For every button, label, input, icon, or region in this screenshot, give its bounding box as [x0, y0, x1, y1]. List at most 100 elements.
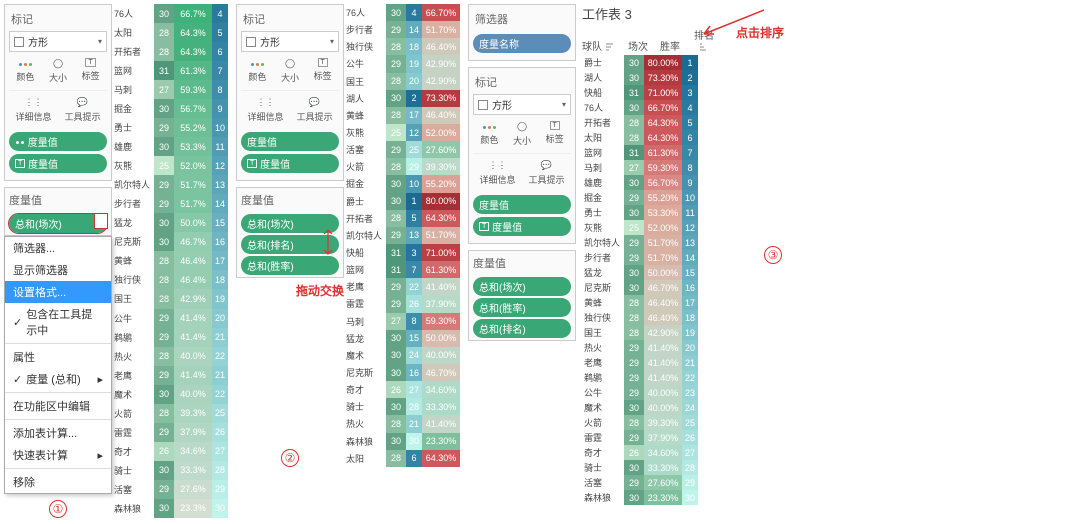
- pill-sum-win[interactable]: 总和(胜率): [241, 256, 339, 275]
- cell: 41.40%: [422, 415, 460, 432]
- ctx-set-format[interactable]: 设置格式...: [5, 281, 111, 303]
- cell: 活塞: [344, 141, 386, 158]
- table-row: 独行侠2846.4%18: [112, 270, 228, 289]
- cell: 19: [682, 325, 698, 340]
- cell: 27: [406, 381, 422, 398]
- label-pill-measure[interactable]: T 度量值: [241, 154, 339, 173]
- table-row: 公牛2940.00%23: [582, 385, 698, 400]
- cell: 29: [624, 475, 644, 490]
- cell: 13: [406, 227, 422, 244]
- label-pill-measure[interactable]: T 度量值: [473, 217, 571, 236]
- cell: 41.4%: [174, 366, 212, 385]
- cell: 8: [682, 160, 698, 175]
- color-pill-measure[interactable]: 度量值: [9, 132, 107, 151]
- square-icon: [478, 100, 488, 110]
- cell: 41.4%: [174, 309, 212, 328]
- cell: 雷霆: [344, 295, 386, 312]
- cell: 热火: [112, 347, 154, 366]
- table-row: 开拓者2864.30%5: [582, 115, 698, 130]
- table-row: 魔术3040.0%22: [112, 385, 228, 404]
- label-encoding[interactable]: T标签: [546, 121, 564, 147]
- filter-pill-measure-name[interactable]: 度量名称: [473, 34, 571, 53]
- cell: 篮网: [582, 145, 624, 160]
- cell: 30: [386, 4, 406, 21]
- ctx-filters[interactable]: 筛选器...: [5, 237, 111, 259]
- cell: 30: [154, 4, 174, 23]
- cell: 51.70%: [422, 227, 460, 244]
- color-pill-measure[interactable]: 度量值: [473, 195, 571, 214]
- ctx-edit-shelf[interactable]: 在功能区中编辑: [5, 395, 111, 417]
- detail-encoding[interactable]: ⋮⋮详细信息: [15, 97, 51, 123]
- table-row: 雄鹿3053.3%11: [112, 137, 228, 156]
- cell: 12: [682, 220, 698, 235]
- cell: 快船: [582, 85, 624, 100]
- square-icon: [14, 37, 24, 47]
- pill-dropdown-button[interactable]: ▾: [94, 213, 108, 229]
- cell: 骑士: [112, 461, 154, 480]
- color-pill-measure[interactable]: 度量值: [241, 132, 339, 151]
- ctx-add-calc[interactable]: 添加表计算...: [5, 422, 111, 444]
- table-row: 尼克斯3046.7%16: [112, 232, 228, 251]
- table-row: 勇士3053.30%11: [582, 205, 698, 220]
- table-row: 森林狼3023.30%30: [582, 490, 698, 505]
- size-encoding[interactable]: ◯大小: [49, 58, 67, 84]
- color-encoding[interactable]: 颜色: [16, 58, 34, 84]
- table-row: 步行者2951.7%14: [112, 194, 228, 213]
- cell: 51.70%: [644, 235, 682, 250]
- color-encoding[interactable]: 颜色: [480, 121, 498, 147]
- cell: 10: [406, 175, 422, 192]
- ctx-quick-calc[interactable]: 快速表计算▸: [5, 444, 111, 466]
- ctx-include-tooltip[interactable]: ✓包含在工具提示中: [5, 303, 111, 341]
- ctx-attribute[interactable]: 属性: [5, 346, 111, 368]
- cell: 骑士: [344, 398, 386, 415]
- cell: 41.4%: [174, 328, 212, 347]
- chevron-down-icon: ▾: [562, 100, 566, 109]
- tooltip-encoding[interactable]: 💬工具提示: [297, 97, 333, 123]
- cell: 12: [212, 156, 228, 175]
- pill-sum-rank[interactable]: 总和(排名): [473, 319, 571, 338]
- cell: 篮网: [112, 61, 154, 80]
- pill-sum-games[interactable]: 总和(场次) ▾: [9, 214, 107, 233]
- mark-type-select[interactable]: 方形▾: [473, 94, 571, 115]
- label-encoding[interactable]: T标签: [314, 58, 332, 84]
- label-pill-measure[interactable]: T 度量值: [9, 154, 107, 173]
- mark-type-select[interactable]: 方形▾: [241, 31, 339, 52]
- pill-sum-win[interactable]: 总和(胜率): [473, 298, 571, 317]
- col-team[interactable]: 球队: [582, 38, 626, 53]
- detail-encoding[interactable]: ⋮⋮详细信息: [248, 97, 284, 123]
- ctx-measure-sum[interactable]: ✓度量 (总和)▸: [5, 368, 111, 390]
- submenu-arrow-icon: ▸: [97, 449, 103, 462]
- cell: 27.60%: [422, 141, 460, 158]
- cell: 73.30%: [644, 70, 682, 85]
- tooltip-encoding[interactable]: 💬工具提示: [64, 97, 100, 123]
- cell: 30: [386, 193, 406, 210]
- cell: 29: [154, 366, 174, 385]
- size-encoding[interactable]: ◯大小: [513, 121, 531, 147]
- col-winrate[interactable]: 胜率: [650, 38, 690, 53]
- detail-encoding[interactable]: ⋮⋮详细信息: [480, 160, 516, 186]
- table-row: 奇才262734.60%: [344, 381, 460, 398]
- cell: 28: [624, 415, 644, 430]
- cell: 魔术: [582, 400, 624, 415]
- ctx-remove[interactable]: 移除: [5, 471, 111, 493]
- col-games[interactable]: 场次: [626, 38, 650, 53]
- cell: 活塞: [582, 475, 624, 490]
- cell: 湖人: [344, 90, 386, 107]
- size-encoding[interactable]: ◯大小: [281, 58, 299, 84]
- color-encoding[interactable]: 颜色: [248, 58, 266, 84]
- ctx-show-filter[interactable]: 显示筛选器: [5, 259, 111, 281]
- cell: 41.40%: [644, 340, 682, 355]
- cell: 公牛: [112, 309, 154, 328]
- cell: 11: [682, 205, 698, 220]
- label-encoding[interactable]: T标签: [82, 58, 100, 84]
- label-icon: T: [479, 222, 489, 231]
- cell: 80.00%: [422, 193, 460, 210]
- cell: 76人: [344, 4, 386, 21]
- mark-type-select[interactable]: 方形 ▾: [9, 31, 107, 52]
- pill-sum-games[interactable]: 总和(场次): [473, 277, 571, 296]
- cell: 开拓者: [344, 210, 386, 227]
- cell: 28: [624, 130, 644, 145]
- cell: 29: [624, 355, 644, 370]
- cell: 26: [386, 381, 406, 398]
- tooltip-encoding[interactable]: 💬工具提示: [529, 160, 565, 186]
